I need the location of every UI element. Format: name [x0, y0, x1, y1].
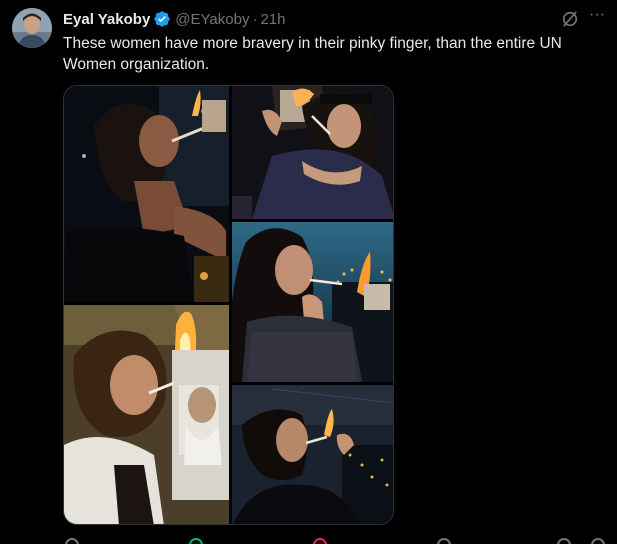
author-name[interactable]: Eyal Yakoby: [63, 11, 150, 28]
author-avatar[interactable]: [12, 8, 52, 48]
verified-badge-icon: [154, 11, 170, 27]
photo-1-image: [64, 86, 229, 302]
tweet-article[interactable]: Eyal Yakoby @EYakoby · 21h ··· These wom…: [0, 0, 617, 544]
tweet-media-grid[interactable]: [63, 85, 394, 525]
media-photo-2[interactable]: [64, 305, 229, 524]
grok-icon[interactable]: [560, 9, 580, 29]
tweet-actions: [63, 536, 608, 544]
tweet-timestamp[interactable]: 21h: [260, 11, 285, 28]
photo-2-image: [64, 305, 229, 524]
like-icon[interactable]: [313, 538, 327, 544]
reply-icon[interactable]: [65, 538, 79, 544]
media-photo-3[interactable]: [232, 86, 393, 219]
tweet-header: Eyal Yakoby @EYakoby · 21h: [63, 9, 285, 29]
photo-3-image: [232, 86, 393, 219]
more-icon[interactable]: ···: [586, 7, 608, 28]
retweet-icon[interactable]: [189, 538, 203, 544]
photo-4-image: [232, 222, 393, 382]
media-photo-4[interactable]: [232, 222, 393, 382]
separator-dot: ·: [252, 10, 258, 28]
media-photo-5[interactable]: [232, 385, 393, 524]
photo-5-image: [232, 385, 393, 524]
bookmark-icon[interactable]: [557, 538, 571, 544]
author-handle[interactable]: @EYakoby: [175, 11, 249, 28]
avatar-image: [12, 8, 52, 48]
share-icon[interactable]: [591, 538, 605, 544]
media-photo-1[interactable]: [64, 86, 229, 302]
tweet-text: These women have more bravery in their p…: [63, 35, 562, 73]
views-icon[interactable]: [437, 538, 451, 544]
